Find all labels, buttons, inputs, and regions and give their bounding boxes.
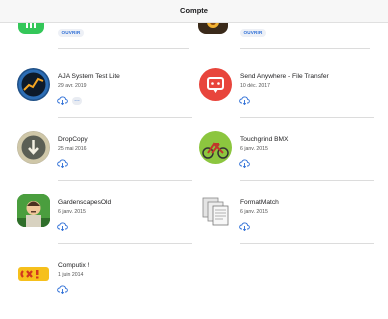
send-anywhere-icon	[199, 68, 232, 101]
app-date: 25 mai 2016	[58, 146, 87, 152]
row-separator	[58, 117, 192, 118]
row-separator	[58, 48, 189, 49]
aja-gauge-icon	[17, 68, 50, 101]
row-separator	[240, 117, 374, 118]
cloud-download-icon[interactable]	[239, 96, 250, 105]
cloud-download-icon[interactable]	[239, 159, 250, 168]
window-title: Compte	[0, 0, 388, 23]
cloud-download-icon[interactable]	[57, 285, 68, 294]
bmx-bike-icon	[199, 131, 232, 164]
app-name: FormatMatch	[240, 199, 279, 206]
app-item[interactable]: Computix ! 1 juin 2014	[17, 257, 192, 319]
computix-logo-icon	[17, 257, 50, 290]
app-name: Computix !	[58, 262, 90, 269]
cloud-download-icon[interactable]	[57, 222, 68, 231]
dropcopy-icon	[17, 131, 50, 164]
app-name: DropCopy	[58, 136, 88, 143]
row-separator	[240, 48, 370, 49]
cloud-download-icon[interactable]	[57, 159, 68, 168]
app-date: 1 juin 2014	[58, 272, 84, 278]
app-name: AJA System Test Lite	[58, 73, 120, 80]
app-date: 6 janv. 2015	[58, 209, 86, 215]
app-item[interactable]: Touchgrind BMX 6 janv. 2015	[199, 131, 374, 193]
app-item[interactable]: AJA System Test Lite 29 avr. 2019 …	[17, 68, 192, 130]
cloud-download-icon[interactable]	[239, 222, 250, 231]
row-separator	[240, 243, 374, 244]
documents-icon	[199, 194, 232, 227]
row-separator	[240, 180, 374, 181]
row-separator	[58, 180, 192, 181]
cloud-download-icon[interactable]	[57, 96, 68, 105]
purchased-apps-grid: OUVRIR OUVRIR AJA System Test Lite 29 av…	[0, 0, 388, 300]
gardener-icon	[17, 194, 50, 227]
app-date: 29 avr. 2019	[58, 83, 87, 89]
app-name: Touchgrind BMX	[240, 136, 289, 143]
more-options-button[interactable]: …	[72, 97, 82, 105]
app-name: GardenscapesOld	[58, 199, 112, 206]
app-item[interactable]: Send Anywhere - File Transfer 10 déc. 20…	[199, 68, 374, 130]
app-name: Send Anywhere - File Transfer	[240, 73, 329, 80]
open-button[interactable]: OUVRIR	[240, 29, 266, 37]
row-separator	[58, 243, 192, 244]
app-item[interactable]: DropCopy 25 mai 2016	[17, 131, 192, 193]
open-button[interactable]: OUVRIR	[58, 29, 84, 37]
app-date: 6 janv. 2015	[240, 209, 268, 215]
app-item[interactable]: FormatMatch 6 janv. 2015	[199, 194, 374, 256]
app-date: 6 janv. 2015	[240, 146, 268, 152]
app-date: 10 déc. 2017	[240, 83, 270, 89]
app-item[interactable]: GardenscapesOld 6 janv. 2015	[17, 194, 192, 256]
